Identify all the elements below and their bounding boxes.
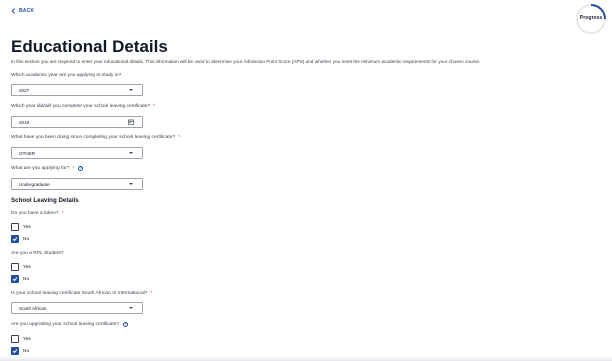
page-title: Educational Details — [11, 37, 168, 56]
activity-value: OTHER — [19, 150, 36, 156]
checkmark-icon — [12, 237, 18, 242]
help-icon[interactable]: ? — [123, 322, 129, 327]
chevron-left-icon — [11, 8, 15, 14]
rpl-yes-label: Yes — [23, 264, 31, 270]
academic-year-value: 2027 — [19, 87, 30, 93]
completion-year-date-input[interactable]: 2018 — [11, 116, 143, 128]
back-link[interactable]: BACK — [11, 8, 34, 14]
upgrading-no-label: No — [23, 348, 30, 354]
applying-for-question: What are you applying for? * ? — [11, 166, 84, 171]
activity-select[interactable]: OTHER — [11, 147, 143, 159]
back-label: BACK — [19, 8, 35, 14]
certificate-type-question: Is your school leaving certificate South… — [11, 291, 152, 296]
applying-for-select[interactable]: Undergraduate — [11, 178, 143, 190]
checkmark-icon — [12, 349, 18, 354]
upgrading-question: Are you upgrading your school leaving ce… — [11, 322, 129, 327]
applying-for-label: What are you applying for? — [11, 166, 70, 171]
token-yes-label: Yes — [23, 224, 31, 230]
rpl-no-checkbox[interactable] — [11, 275, 19, 283]
checkmark-icon — [12, 277, 18, 282]
upgrading-yes-checkbox[interactable] — [11, 335, 19, 343]
rpl-question: Are you a RPL Student? — [11, 251, 64, 256]
progress-indicator: Progress — [575, 3, 607, 35]
progress-label: Progress — [579, 15, 603, 21]
upgrading-yes-label: Yes — [23, 336, 31, 342]
academic-year-question: Which academic year are you applying to … — [11, 73, 121, 78]
required-marker: * — [150, 291, 153, 296]
activity-label: What have you been doing since completin… — [11, 135, 176, 140]
chevron-down-icon — [129, 89, 133, 91]
certificate-type-select[interactable]: South African — [11, 302, 143, 314]
token-question: Do you have a token? * — [11, 211, 64, 216]
academic-year-select[interactable]: 2027 — [11, 84, 143, 96]
chevron-down-icon — [129, 307, 133, 309]
completion-year-label: Which year did/will you complete your sc… — [11, 104, 151, 109]
chevron-down-icon — [129, 183, 133, 185]
chevron-down-icon — [129, 152, 133, 154]
token-no-label: No — [23, 236, 30, 242]
required-marker: * — [153, 104, 156, 109]
calendar-icon[interactable] — [128, 119, 134, 125]
required-marker: * — [61, 211, 64, 216]
token-label: Do you have a token? — [11, 211, 59, 216]
intro-text: In this section you are required to ente… — [11, 59, 481, 64]
rpl-yes-option[interactable]: Yes — [11, 263, 31, 271]
activity-question: What have you been doing since completin… — [11, 135, 180, 140]
rpl-no-label: No — [23, 276, 30, 282]
token-no-checkbox[interactable] — [11, 235, 19, 243]
upgrading-label: Are you upgrading your school leaving ce… — [11, 322, 120, 327]
upgrading-no-option[interactable]: No — [11, 347, 29, 355]
rpl-label: Are you a RPL Student? — [11, 251, 64, 256]
certificate-type-label: Is your school leaving certificate South… — [11, 291, 148, 296]
upgrading-no-checkbox[interactable] — [11, 347, 19, 355]
rpl-yes-checkbox[interactable] — [11, 263, 19, 271]
required-marker: * — [178, 135, 181, 140]
academic-year-label: Which academic year are you applying to … — [11, 73, 122, 78]
token-yes-checkbox[interactable] — [11, 223, 19, 231]
applying-for-value: Undergraduate — [19, 181, 50, 187]
token-yes-option[interactable]: Yes — [11, 223, 31, 231]
certificate-type-value: South African — [19, 305, 47, 311]
token-no-option[interactable]: No — [11, 235, 29, 243]
required-marker: * — [72, 166, 75, 171]
scroll-fade — [0, 356, 612, 361]
upgrading-yes-option[interactable]: Yes — [11, 335, 31, 343]
completion-year-question: Which year did/will you complete your sc… — [11, 104, 155, 109]
completion-year-value: 2018 — [19, 119, 30, 125]
help-icon[interactable]: ? — [78, 166, 84, 171]
school-leaving-heading: School Leaving Details — [11, 197, 79, 204]
rpl-no-option[interactable]: No — [11, 275, 29, 283]
